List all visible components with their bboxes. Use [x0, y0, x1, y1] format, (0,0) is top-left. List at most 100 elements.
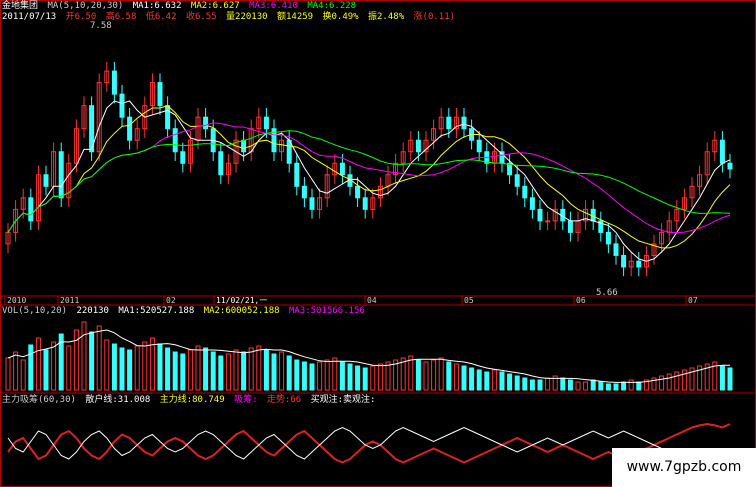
- volume-bar: [719, 365, 725, 391]
- volume-bar: [355, 365, 361, 391]
- quote-volume: 量220130: [226, 12, 268, 22]
- volume-bar: [522, 377, 528, 391]
- candle-body: [529, 197, 535, 210]
- x-tick-label: 06: [576, 296, 586, 305]
- volume-bar: [628, 379, 634, 391]
- quote-close: 收6.55: [185, 12, 217, 22]
- quote-date: 2011/07/13: [2, 12, 57, 22]
- volume-bar: [446, 361, 452, 391]
- volume-bar: [332, 357, 338, 391]
- volume-bar: [142, 341, 148, 391]
- x-tick-label: 07: [688, 296, 698, 305]
- volume-bar: [43, 349, 49, 391]
- volume-bar: [13, 351, 19, 391]
- x-tick-label: 2011: [60, 296, 79, 305]
- volume-bar: [666, 373, 672, 391]
- volume-bar: [377, 363, 383, 391]
- volume-bar: [203, 347, 209, 391]
- volume-bar: [89, 331, 95, 391]
- volume-bar: [598, 381, 604, 391]
- quote-header: 2011/07/13 开6.50 高6.58 低6.42 收6.55 量2201…: [2, 12, 459, 23]
- candle-body: [461, 116, 467, 130]
- volume-bar: [636, 381, 642, 391]
- volume-bar: [279, 351, 285, 391]
- volume-bar: [317, 361, 323, 391]
- volume-bar: [286, 355, 292, 391]
- volume-bar: [309, 363, 315, 391]
- vol-value: 220130: [76, 306, 109, 316]
- volume-bar: [362, 367, 368, 391]
- volume-bar: [659, 375, 665, 391]
- watermark: www.7gpzb.com: [612, 448, 756, 487]
- candle-body: [522, 185, 528, 199]
- ind-trend: 走势:66: [266, 395, 302, 405]
- volume-bar: [537, 379, 543, 391]
- volume-bar: [301, 361, 307, 391]
- volume-bar: [119, 347, 125, 391]
- volume-bar: [20, 359, 26, 391]
- volume-bar: [248, 347, 254, 391]
- x-axis-ticks: 2010 2011 02 11/02/21,一 04 05 06 07: [4, 296, 698, 305]
- ma5-line: [7, 100, 731, 262]
- indicator-header: 主力吸筹(60,30) 散户线:31.008 主力线:80.749 吸筹: 走势…: [2, 395, 379, 406]
- volume-bar: [111, 343, 117, 391]
- volume-bar: [225, 353, 231, 391]
- volume-bar: [5, 357, 11, 391]
- candle-body: [301, 185, 307, 199]
- candle-body: [514, 174, 520, 187]
- volume-bar: [127, 349, 133, 391]
- quote-low: 低6.42: [145, 12, 177, 22]
- candle-body: [111, 70, 117, 95]
- volume-bar: [681, 369, 687, 391]
- volume-bar: [165, 347, 171, 391]
- vol-ma1: MA1:520527.188: [118, 306, 195, 316]
- volume-bar: [263, 349, 269, 391]
- x-tick-label: 05: [464, 296, 474, 305]
- candle-body: [415, 139, 421, 153]
- volume-header: VOL(5,10,20) 220130 MA1:520527.188 MA2:6…: [2, 306, 369, 317]
- ma30-line: [7, 130, 731, 233]
- vol-ma3: MA3:501566.156: [288, 306, 365, 316]
- volume-bar: [605, 383, 611, 391]
- candle-body: [545, 220, 551, 223]
- volume-bar: [438, 357, 444, 391]
- candle-body: [476, 139, 482, 153]
- volume-bar: [621, 381, 627, 391]
- ind-main: 主力线:80.749: [159, 395, 225, 405]
- ma2-value: MA2:6.627: [190, 1, 240, 11]
- volume-bar: [210, 351, 216, 391]
- volume-bar: [590, 379, 596, 391]
- volume-bar: [567, 379, 573, 391]
- candle-body: [119, 93, 125, 118]
- ma-label: MA(5,10,20,30): [47, 1, 124, 11]
- volume-bar: [172, 351, 178, 391]
- candle-body: [294, 162, 300, 187]
- volume-bar: [35, 337, 41, 391]
- volume-bar: [157, 343, 163, 391]
- candle-body: [446, 116, 452, 130]
- volume-bar: [28, 344, 34, 391]
- stock-chart[interactable]: 2010 2011 02 11/02/21,一 04 05 06 07: [0, 0, 756, 487]
- high-annotation: 7.58: [90, 21, 112, 31]
- candle-body: [309, 197, 315, 210]
- ind-label: 主力吸筹(60,30): [2, 395, 76, 405]
- volume-bar: [583, 381, 589, 391]
- ma1-value: MA1:6.632: [132, 1, 182, 11]
- volume-bar: [149, 337, 155, 391]
- volume-bar: [339, 361, 345, 391]
- volume-bar: [461, 365, 467, 391]
- candle-body: [43, 174, 49, 187]
- volume-bar: [347, 363, 353, 391]
- volume-bar: [104, 339, 110, 391]
- volume-bar: [241, 351, 247, 391]
- vol-label: VOL(5,10,20): [2, 306, 68, 316]
- volume-bar: [499, 371, 505, 391]
- volume-bar: [370, 365, 376, 391]
- quote-turnover: 换0.49%: [322, 12, 359, 22]
- candle-body: [218, 151, 224, 176]
- quote-change: 涨(0.11): [413, 12, 456, 22]
- volume-bar: [423, 361, 429, 391]
- volume-bar: [195, 345, 201, 391]
- volume-bar: [271, 353, 277, 391]
- volume-bar: [674, 371, 680, 391]
